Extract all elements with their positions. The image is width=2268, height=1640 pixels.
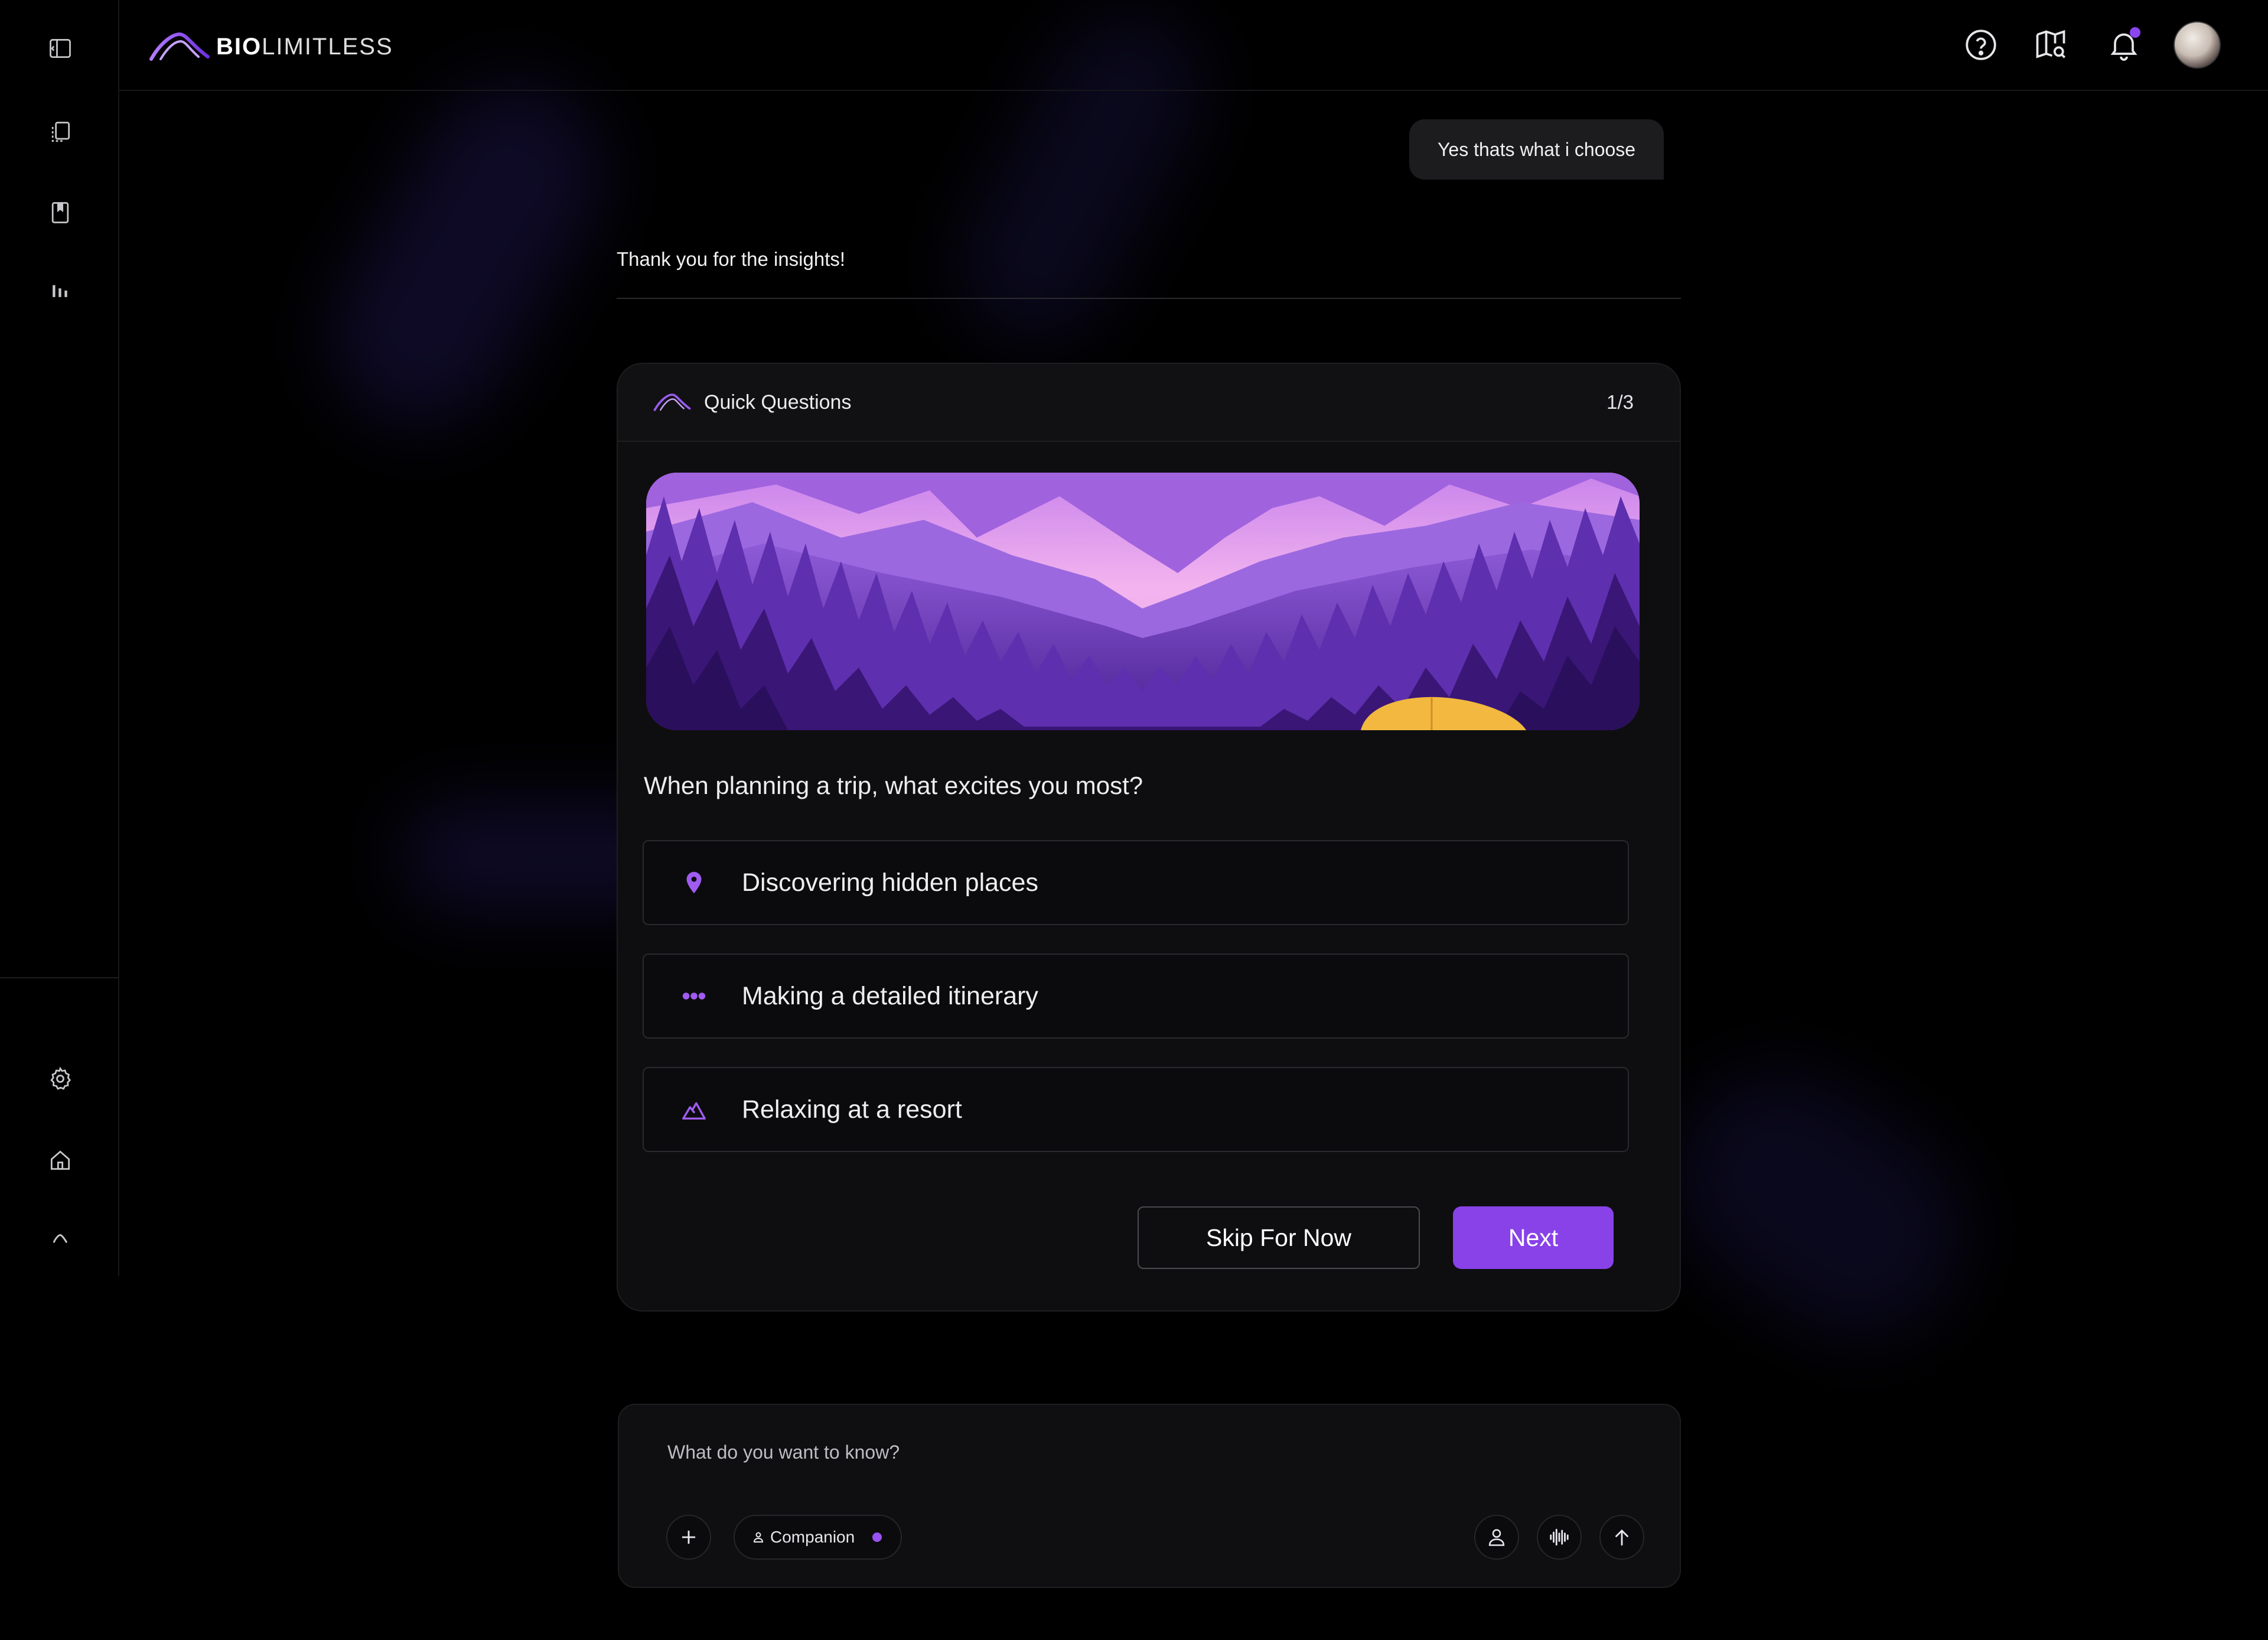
message-divider [617, 298, 1681, 299]
option-relaxing-at-resort[interactable]: Relaxing at a resort [643, 1067, 1629, 1152]
home-icon[interactable] [41, 1141, 79, 1179]
dots-icon [679, 981, 709, 1011]
ask-input[interactable] [666, 1434, 1611, 1470]
trip-illustration [646, 473, 1640, 730]
sidebar [0, 0, 119, 1276]
voice-input-button[interactable] [1537, 1515, 1582, 1560]
background-glow [1632, 1030, 2006, 1381]
option-making-detailed-itinerary[interactable]: Making a detailed itinerary [643, 954, 1629, 1039]
mountain-icon [679, 1095, 709, 1124]
user-icon [1488, 1529, 1505, 1546]
companion-mode-chip[interactable]: Companion [734, 1515, 902, 1560]
brand-arc-icon[interactable] [41, 1219, 79, 1257]
user-message-bubble: Yes thats what i choose [1409, 119, 1664, 180]
question-progress: 1/3 [1606, 391, 1634, 413]
option-discovering-hidden-places[interactable]: Discovering hidden places [643, 840, 1629, 925]
quick-question-text: When planning a trip, what excites you m… [644, 772, 1143, 799]
arrow-up-icon [1615, 1529, 1628, 1546]
option-label: Making a detailed itinerary [742, 981, 1038, 1010]
person-icon [753, 1532, 764, 1543]
quick-questions-title: Quick Questions [704, 391, 852, 414]
companion-chip-label: Companion [770, 1528, 855, 1546]
skip-for-now-button[interactable]: Skip For Now [1138, 1206, 1420, 1269]
next-button[interactable]: Next [1453, 1206, 1614, 1269]
notification-dot [2130, 27, 2140, 38]
avatar[interactable] [2174, 21, 2221, 69]
brand-name: BIOLIMITLESS [216, 33, 393, 60]
brand-arc-icon [653, 393, 691, 411]
layout-panel-icon[interactable] [41, 30, 79, 67]
bookmark-icon[interactable] [41, 194, 79, 232]
option-label: Relaxing at a resort [742, 1095, 962, 1124]
brand-logo[interactable]: BIOLIMITLESS [149, 31, 393, 63]
assistant-message: Thank you for the insights! [617, 248, 846, 270]
send-button[interactable] [1599, 1515, 1644, 1560]
bar-chart-icon[interactable] [41, 271, 79, 308]
map-search-icon[interactable] [2031, 25, 2071, 65]
plus-icon [682, 1530, 696, 1544]
status-dot [872, 1532, 882, 1542]
bell-icon[interactable] [2104, 25, 2144, 65]
help-icon[interactable] [1961, 25, 2001, 65]
background-glow [298, 51, 635, 457]
message-composer: Companion [618, 1404, 1681, 1588]
quick-questions-card: Quick Questions 1/3 When planning a trip… [617, 363, 1681, 1312]
add-attachment-button[interactable] [666, 1515, 711, 1560]
app-root: BIOLIMITLESS Yes thats what i choose Tha… [0, 0, 2268, 1640]
option-label: Discovering hidden places [742, 868, 1038, 897]
waveform-icon [1550, 1528, 1569, 1546]
sidebar-divider [0, 977, 119, 978]
map-pin-icon [679, 868, 709, 897]
quick-questions-header: Quick Questions 1/3 [618, 364, 1680, 442]
copy-pages-icon[interactable] [41, 113, 79, 151]
brand-arc-icon [149, 32, 210, 61]
top-bar: BIOLIMITLESS [119, 0, 2268, 91]
profile-button[interactable] [1474, 1515, 1519, 1560]
settings-gear-icon[interactable] [41, 1060, 79, 1098]
